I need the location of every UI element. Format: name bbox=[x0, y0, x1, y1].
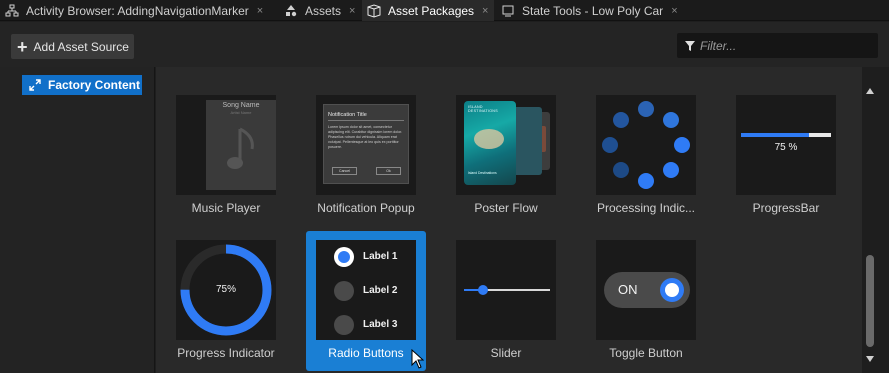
close-icon[interactable]: × bbox=[349, 5, 355, 17]
scroll-thumb[interactable] bbox=[866, 255, 874, 347]
popup-ok-button: Ok bbox=[376, 167, 401, 175]
asset-card-progressbar[interactable]: 75 % ProgressBar bbox=[716, 86, 836, 226]
close-icon[interactable]: × bbox=[482, 5, 488, 17]
popup-body: Lorem ipsum dolor sit amet, consectetur … bbox=[328, 125, 403, 149]
card-label: Processing Indic... bbox=[596, 201, 696, 215]
vertical-scrollbar[interactable] bbox=[862, 80, 878, 373]
popup-title: Notification Title bbox=[328, 112, 367, 118]
music-note-icon bbox=[226, 125, 260, 178]
filter-input[interactable] bbox=[700, 38, 860, 53]
tab-activity-browser[interactable]: Activity Browser: AddingNavigationMarker… bbox=[0, 0, 277, 21]
island-shape bbox=[474, 129, 504, 149]
filter-field[interactable] bbox=[677, 33, 878, 58]
tab-assets[interactable]: Assets × bbox=[279, 0, 361, 21]
monitor-icon bbox=[501, 4, 515, 18]
poster-caption: Island Destinations bbox=[468, 171, 497, 175]
tab-state-tools[interactable]: State Tools - Low Poly Car × bbox=[496, 0, 680, 21]
tab-label: Assets bbox=[305, 3, 342, 18]
card-label: Toggle Button bbox=[609, 346, 683, 360]
mouse-cursor-icon bbox=[411, 348, 425, 372]
popup-frame: Notification Title Lorem ipsum dolor sit… bbox=[323, 104, 409, 184]
music-player-thumbnail: Song Name Artist Name bbox=[176, 95, 276, 195]
toggle-knob-center bbox=[665, 283, 679, 297]
processing-indicator-thumbnail bbox=[596, 95, 696, 195]
toggle-state: ON bbox=[618, 282, 638, 297]
progress-indicator-thumbnail: 75% bbox=[176, 240, 276, 340]
close-icon[interactable]: × bbox=[671, 5, 677, 17]
scroll-up-icon[interactable] bbox=[866, 88, 874, 94]
close-icon[interactable]: × bbox=[257, 5, 263, 17]
spinner-dots bbox=[602, 101, 690, 189]
asset-card-toggle-button[interactable]: ON Toggle Button bbox=[576, 231, 696, 371]
asset-card-music-player[interactable]: Song Name Artist Name Music Player bbox=[156, 86, 276, 226]
tab-label: State Tools - Low Poly Car bbox=[522, 3, 664, 18]
add-asset-source-label: Add Asset Source bbox=[33, 39, 129, 54]
card-label: Progress Indicator bbox=[177, 346, 275, 360]
card-label: Notification Popup bbox=[317, 201, 415, 215]
tab-label: Activity Browser: AddingNavigationMarker bbox=[26, 3, 249, 18]
card-label: Music Player bbox=[191, 201, 261, 215]
asset-card-progress-indicator[interactable]: 75% Progress Indicator bbox=[156, 231, 276, 371]
tree-item-factory-content[interactable]: Factory Content bbox=[22, 75, 142, 95]
popup-divider bbox=[328, 120, 404, 121]
asset-card-slider[interactable]: Slider bbox=[436, 231, 556, 371]
radio-label-2: Label 2 bbox=[363, 285, 398, 296]
progressbar-thumbnail: 75 % bbox=[736, 95, 836, 195]
radio-dot bbox=[338, 251, 350, 263]
poster-front: ISLAND DESTINATIONS Island Destinations bbox=[464, 101, 516, 185]
package-icon bbox=[367, 3, 381, 18]
asset-grid: Song Name Artist Name Music Player Notif… bbox=[156, 67, 862, 373]
radio-selected-icon bbox=[334, 247, 354, 267]
notification-popup-thumbnail: Notification Title Lorem ipsum dolor sit… bbox=[316, 95, 416, 195]
toggle-track: ON bbox=[604, 272, 690, 308]
card-label: ProgressBar bbox=[752, 201, 820, 215]
source-tree: Factory Content bbox=[0, 67, 155, 373]
tab-bar: Activity Browser: AddingNavigationMarker… bbox=[0, 0, 889, 21]
add-asset-source-button[interactable]: + Add Asset Source bbox=[11, 34, 134, 59]
card-label: Poster Flow bbox=[474, 201, 538, 215]
plus-icon: + bbox=[17, 36, 28, 57]
toggle-knob bbox=[660, 278, 684, 302]
card-label: Slider bbox=[490, 346, 522, 360]
hierarchy-icon bbox=[5, 4, 19, 18]
expand-arrows-icon bbox=[28, 78, 42, 92]
tab-asset-packages[interactable]: Asset Packages × bbox=[362, 0, 494, 21]
progress-fill bbox=[741, 133, 809, 137]
filter-icon bbox=[684, 40, 696, 52]
asset-card-notification-popup[interactable]: Notification Title Lorem ipsum dolor sit… bbox=[296, 86, 416, 226]
radio-label-1: Label 1 bbox=[363, 251, 398, 262]
radio-label-3: Label 3 bbox=[363, 319, 398, 330]
toolbar: + Add Asset Source bbox=[0, 22, 889, 67]
slider-knob bbox=[477, 285, 488, 295]
progress-value: 75 % bbox=[774, 142, 798, 153]
asset-card-poster-flow[interactable]: ISLAND DESTINATIONS Island Destinations … bbox=[436, 86, 556, 226]
artist-name: Artist Name bbox=[230, 110, 252, 115]
progress-ring-value: 75% bbox=[215, 284, 236, 295]
tab-label: Asset Packages bbox=[388, 3, 475, 18]
radio-buttons-thumbnail: Label 1 Label 2 Label 3 bbox=[316, 240, 416, 340]
card-label: Radio Buttons bbox=[328, 346, 404, 360]
asset-card-processing-indicator[interactable]: Processing Indic... bbox=[576, 86, 696, 226]
slider-thumbnail bbox=[456, 240, 556, 340]
song-name: Song Name bbox=[222, 102, 260, 109]
scroll-down-icon[interactable] bbox=[866, 356, 874, 362]
radio-unselected-icon bbox=[334, 281, 354, 301]
tree-item-label: Factory Content bbox=[48, 78, 141, 92]
radio-unselected-icon bbox=[334, 315, 354, 335]
toggle-button-thumbnail: ON bbox=[596, 240, 696, 340]
progress-track bbox=[741, 133, 831, 137]
poster-flow-thumbnail: ISLAND DESTINATIONS Island Destinations bbox=[456, 95, 556, 195]
asset-card-radio-buttons[interactable]: Label 1 Label 2 Label 3 Radio Buttons bbox=[306, 231, 426, 371]
popup-cancel-button: Cancel bbox=[332, 167, 357, 175]
poster-title: ISLAND DESTINATIONS bbox=[468, 105, 498, 113]
shapes-icon bbox=[284, 4, 298, 18]
